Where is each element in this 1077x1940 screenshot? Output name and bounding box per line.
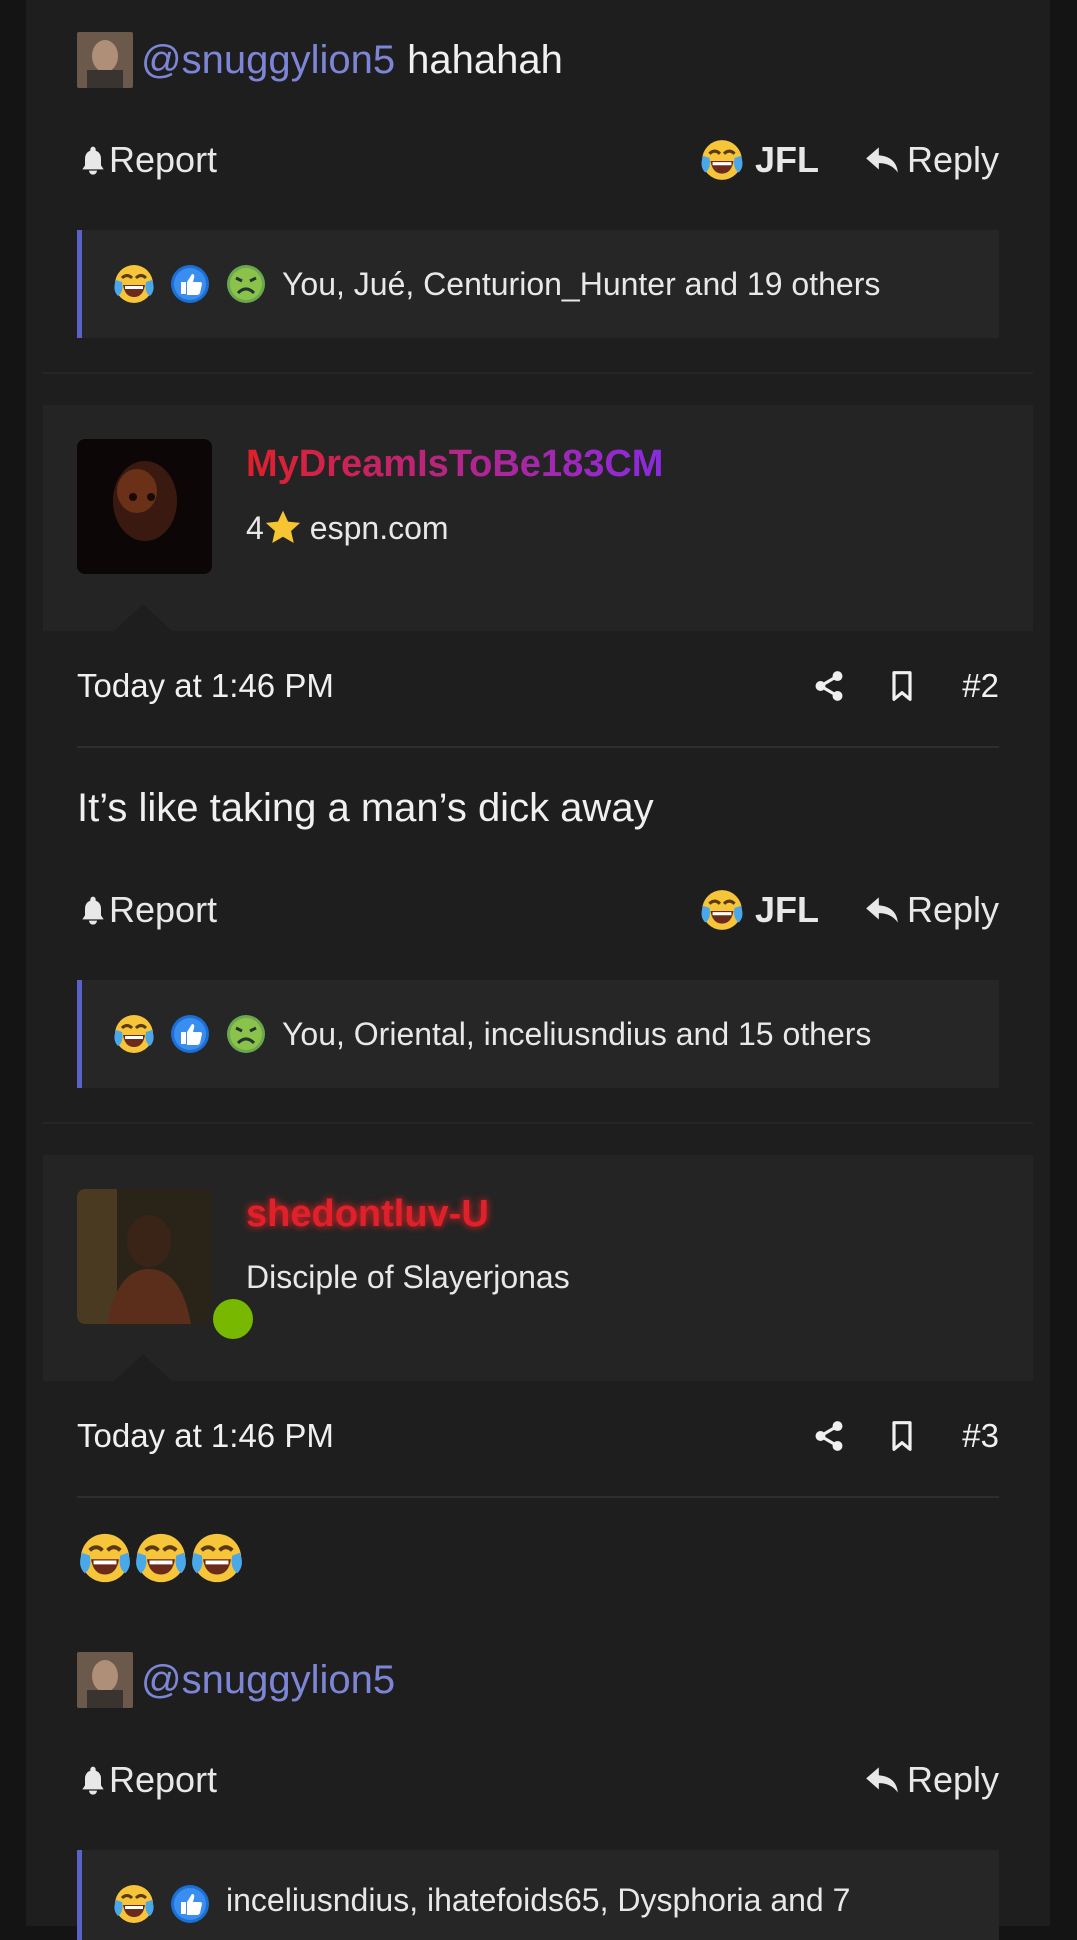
header-notch	[113, 1354, 173, 1382]
reactions-bar[interactable]: You, Oriental, inceliusndius and 15 othe…	[77, 980, 999, 1088]
post-meta: Today at 1:46 PM #2	[77, 656, 999, 716]
divider	[43, 372, 1033, 374]
laugh-cry-icon	[112, 1012, 156, 1056]
mention-line: @snuggylion5 hahahah	[77, 32, 563, 88]
reply-button[interactable]: Reply	[863, 1759, 999, 1801]
reply-icon	[863, 141, 901, 179]
divider	[77, 1496, 999, 1498]
reaction-label: JFL	[754, 139, 819, 180]
sick-face-icon	[224, 1012, 268, 1056]
post-body: It’s like taking a man’s dick away	[77, 786, 654, 830]
laugh-cry-icon	[189, 1530, 245, 1586]
reply-icon	[863, 1761, 901, 1799]
online-indicator	[209, 1295, 257, 1343]
laugh-cry-icon	[77, 1530, 133, 1586]
reactions-summary[interactable]: You, Oriental, inceliusndius and 15 othe…	[282, 1016, 871, 1053]
share-icon[interactable]	[812, 1419, 846, 1453]
reply-icon	[863, 891, 901, 929]
laugh-cry-icon	[112, 1882, 156, 1926]
avatar[interactable]	[77, 32, 133, 88]
share-icon[interactable]	[812, 669, 846, 703]
mention-link[interactable]: @snuggylion5	[141, 1658, 395, 1703]
divider	[43, 1122, 1033, 1124]
bookmark-icon[interactable]	[886, 668, 918, 704]
avatar[interactable]	[77, 439, 212, 574]
avatar[interactable]	[77, 1189, 212, 1324]
report-button[interactable]: Report	[77, 139, 217, 181]
star-icon	[264, 509, 302, 547]
report-label: Report	[109, 889, 218, 930]
laugh-cry-icon	[133, 1530, 189, 1586]
laugh-cry-icon	[699, 887, 745, 933]
reply-button[interactable]: Reply	[863, 889, 999, 931]
reactions-bar[interactable]: inceliusndius, ihatefoids65, Dysphoria a…	[77, 1850, 999, 1940]
post-number[interactable]: #2	[962, 667, 999, 705]
laugh-cry-icon	[699, 137, 745, 183]
thumbs-up-icon	[168, 262, 212, 306]
user-header: shedontluv-U Disciple of Slayerjonas	[43, 1155, 1033, 1382]
reactions-bar[interactable]: You, Jué, Centurion_Hunter and 19 others	[77, 230, 999, 338]
user-title: Disciple of Slayerjonas	[246, 1259, 570, 1295]
reaction-button[interactable]: JFL	[699, 137, 819, 183]
thumbs-up-icon	[168, 1882, 212, 1926]
post-timestamp[interactable]: Today at 1:46 PM	[77, 1417, 334, 1455]
message-text: hahahah	[407, 37, 563, 82]
username-text[interactable]: MyDreamIsToBe183CM	[246, 443, 663, 485]
reply-label: Reply	[906, 889, 999, 930]
post-timestamp[interactable]: Today at 1:46 PM	[77, 667, 334, 705]
reply-label: Reply	[906, 1759, 999, 1800]
reply-label: Reply	[906, 139, 999, 180]
post-actions: Report JFL Reply	[77, 130, 999, 190]
report-label: Report	[109, 1759, 218, 1800]
report-label: Report	[109, 139, 218, 180]
reply-button[interactable]: Reply	[863, 139, 999, 181]
user-title-text: espn.com	[309, 509, 449, 546]
reactions-summary[interactable]: You, Jué, Centurion_Hunter and 19 others	[282, 266, 880, 303]
reactions-summary[interactable]: inceliusndius, ihatefoids65, Dysphoria a…	[226, 1882, 850, 1919]
bell-icon	[77, 144, 109, 176]
reaction-label: JFL	[754, 889, 819, 930]
post-number[interactable]: #3	[962, 1417, 999, 1455]
sick-face-icon	[224, 262, 268, 306]
divider	[77, 746, 999, 748]
post-body	[77, 1530, 245, 1586]
laugh-cry-icon	[112, 262, 156, 306]
mention-line: @snuggylion5	[77, 1652, 395, 1708]
report-button[interactable]: Report	[77, 1759, 217, 1801]
post-actions: Report JFL Reply	[77, 880, 999, 940]
mention-link[interactable]: @snuggylion5	[141, 38, 395, 83]
post-actions: Report Reply	[77, 1750, 999, 1810]
username[interactable]: MyDreamIsToBe183CM	[246, 443, 663, 486]
bookmark-icon[interactable]	[886, 1418, 918, 1454]
user-rank: 4	[246, 509, 264, 546]
thumbs-up-icon	[168, 1012, 212, 1056]
bell-icon	[77, 894, 109, 926]
reaction-button[interactable]: JFL	[699, 887, 819, 933]
user-header: MyDreamIsToBe183CM 4 espn.com	[43, 405, 1033, 632]
report-button[interactable]: Report	[77, 889, 217, 931]
avatar[interactable]	[77, 1652, 133, 1708]
username[interactable]: shedontluv-U	[246, 1193, 489, 1236]
post-meta: Today at 1:46 PM #3	[77, 1406, 999, 1466]
header-notch	[113, 604, 173, 632]
user-title: 4 espn.com	[246, 509, 449, 547]
bell-icon	[77, 1764, 109, 1796]
